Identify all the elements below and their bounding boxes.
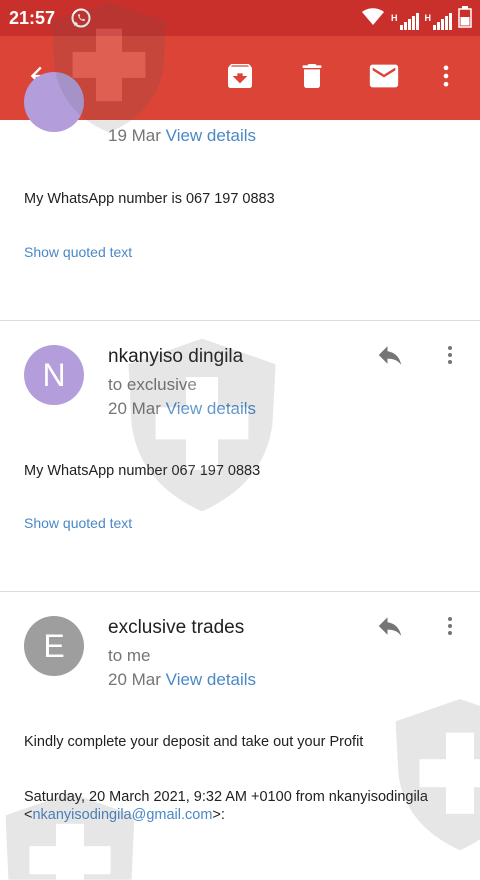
mark-unread-button[interactable] <box>356 36 412 120</box>
battery-icon <box>458 6 472 33</box>
status-bar: 21:57 H H <box>0 0 480 36</box>
message-date-line: 20 Mar View details <box>108 670 256 690</box>
sender-name: exclusive trades <box>108 617 245 638</box>
message-divider <box>0 591 480 592</box>
mark-unread-icon <box>367 59 401 98</box>
view-details-link[interactable]: View details <box>166 399 256 418</box>
reply-button[interactable] <box>372 339 408 375</box>
more-vert-icon <box>438 611 462 646</box>
signal-icon-2: H <box>425 10 452 30</box>
message-date: 20 Mar <box>108 670 161 689</box>
view-details-link[interactable]: View details <box>166 670 256 689</box>
reply-button[interactable] <box>372 610 408 646</box>
message-body: My WhatsApp number 067 197 0883 <box>24 463 261 479</box>
avatar[interactable]: N <box>24 345 84 405</box>
message-date: 19 Mar <box>108 126 161 145</box>
signal-icon: H <box>391 10 419 30</box>
view-details-link[interactable]: View details <box>166 126 256 145</box>
whatsapp-icon <box>70 7 92 34</box>
show-quoted-text-link[interactable]: Show quoted text <box>24 515 132 531</box>
sender-name: nkanyiso dingila <box>108 346 244 367</box>
reply-icon <box>375 611 405 646</box>
recipient-line[interactable]: to exclusive <box>108 375 197 395</box>
avatar-letter: N <box>42 356 66 393</box>
avatar-letter: E <box>43 627 65 664</box>
message-date-line: 20 Mar View details <box>108 399 256 419</box>
more-vert-icon <box>432 62 460 95</box>
email-close-bracket: >: <box>212 807 225 823</box>
more-vert-icon <box>438 340 462 375</box>
quoted-date-line: Saturday, 20 March 2021, 9:32 AM +0100 f… <box>24 789 428 805</box>
quoted-header: Saturday, 20 March 2021, 9:32 AM +0100 f… <box>24 788 428 824</box>
message-body: Kindly complete your deposit and take ou… <box>24 734 364 750</box>
delete-icon <box>296 60 328 97</box>
message-more-button[interactable] <box>436 339 464 375</box>
message-more-button[interactable] <box>436 610 464 646</box>
more-options-button[interactable] <box>418 36 474 120</box>
message-divider <box>0 320 480 321</box>
recipient-line[interactable]: to me <box>108 646 151 666</box>
sender-email-link[interactable]: nkanyisodingila@gmail.com <box>32 807 212 823</box>
wifi-icon <box>361 7 385 32</box>
status-time: 21:57 <box>9 8 56 28</box>
delete-button[interactable] <box>284 36 340 120</box>
message-date: 20 Mar <box>108 399 161 418</box>
show-quoted-text-link[interactable]: Show quoted text <box>24 244 132 260</box>
avatar-partial <box>24 72 84 132</box>
shield-watermark-icon <box>395 699 480 851</box>
archive-button[interactable] <box>212 36 268 120</box>
avatar[interactable]: E <box>24 616 84 676</box>
reply-icon <box>375 340 405 375</box>
message-body: My WhatsApp number is 067 197 0883 <box>24 191 275 207</box>
archive-icon <box>224 60 256 97</box>
message-date-line: 19 Mar View details <box>108 126 256 146</box>
